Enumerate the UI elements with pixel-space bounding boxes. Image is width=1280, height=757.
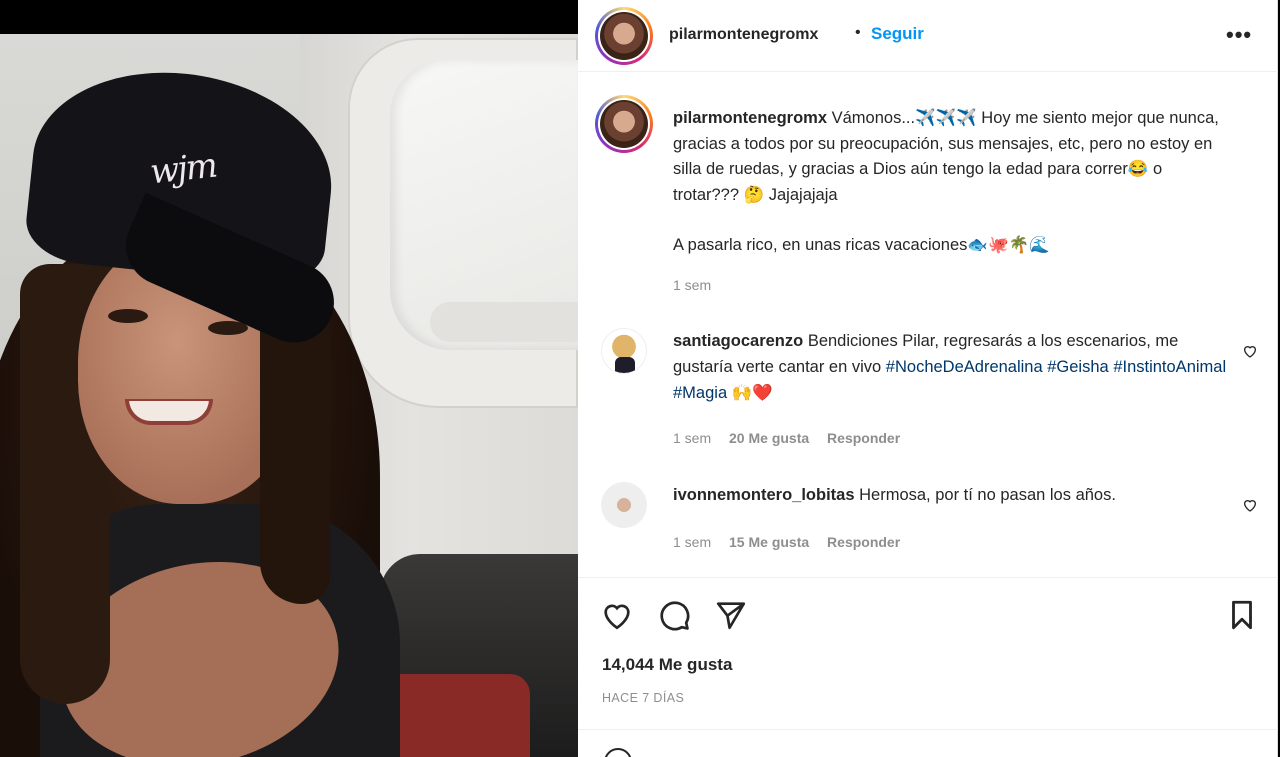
like-comment-heart-icon[interactable] [1242, 343, 1258, 359]
caption-author-avatar[interactable] [595, 95, 653, 153]
hashtag[interactable]: #Magia [673, 384, 727, 402]
post-caption: pilarmontenegromx Vámonos...✈️✈️✈️ Hoy m… [673, 106, 1228, 259]
caption-body-2: A pasarla rico, en unas ricas vacaciones… [673, 236, 1050, 254]
commenter-avatar[interactable] [601, 482, 647, 528]
commenter-avatar[interactable] [601, 328, 647, 374]
cap-logo: wjm [148, 145, 218, 193]
hashtag[interactable]: #NocheDeAdrenalina [886, 358, 1043, 376]
author-avatar[interactable] [595, 7, 653, 65]
more-icon[interactable]: ••• [1226, 22, 1252, 48]
separator-dot: • [855, 24, 861, 41]
caption-meta: 1 sem [673, 277, 725, 293]
like-count[interactable]: 14,044 Me gusta [602, 655, 732, 675]
comment-1: santiagocarenzo Bendiciones Pilar, regre… [673, 329, 1233, 407]
like-comment-heart-icon[interactable] [1242, 497, 1258, 513]
reply-button[interactable]: Responder [827, 430, 900, 446]
reply-button[interactable]: Responder [827, 534, 900, 550]
comment-likes[interactable]: 20 Me gusta [729, 430, 809, 446]
post-side-panel: pilarmontenegromx • Seguir ••• pilarmont… [578, 0, 1278, 757]
caption-time[interactable]: 1 sem [673, 277, 711, 293]
comment-icon[interactable] [657, 598, 691, 632]
follow-button[interactable]: Seguir [871, 24, 924, 44]
comment-2-meta: 1 sem 15 Me gusta Responder [673, 534, 914, 550]
comment-author[interactable]: ivonnemontero_lobitas [673, 486, 855, 504]
share-icon[interactable] [714, 598, 748, 632]
comment-body: Hermosa, por tí no pasan los años. [859, 486, 1116, 504]
post-photo[interactable]: wjm [0, 34, 578, 757]
comment-time[interactable]: 1 sem [673, 534, 711, 550]
comment-author[interactable]: santiagocarenzo [673, 332, 803, 350]
post-photo-panel: wjm [0, 0, 578, 757]
comment-likes[interactable]: 15 Me gusta [729, 534, 809, 550]
emoji-icon[interactable] [604, 748, 632, 757]
heart-icon[interactable] [600, 598, 634, 632]
add-comment-bar [578, 729, 1278, 757]
caption-author[interactable]: pilarmontenegromx [673, 109, 827, 127]
hashtag[interactable]: #Geisha [1047, 358, 1108, 376]
comment-1-meta: 1 sem 20 Me gusta Responder [673, 430, 914, 446]
post-header: pilarmontenegromx • Seguir ••• [578, 0, 1278, 72]
comment-time[interactable]: 1 sem [673, 430, 711, 446]
comments-section[interactable]: pilarmontenegromx Vámonos...✈️✈️✈️ Hoy m… [578, 73, 1278, 577]
bookmark-icon[interactable] [1225, 598, 1259, 632]
author-username[interactable]: pilarmontenegromx [669, 26, 818, 44]
post-date: HACE 7 DÍAS [602, 691, 685, 705]
comment-2: ivonnemontero_lobitas Hermosa, por tí no… [673, 483, 1233, 509]
hashtag[interactable]: #InstintoAnimal [1113, 358, 1226, 376]
post-actions [578, 577, 1278, 647]
comment-emoji: 🙌❤️ [731, 383, 773, 402]
